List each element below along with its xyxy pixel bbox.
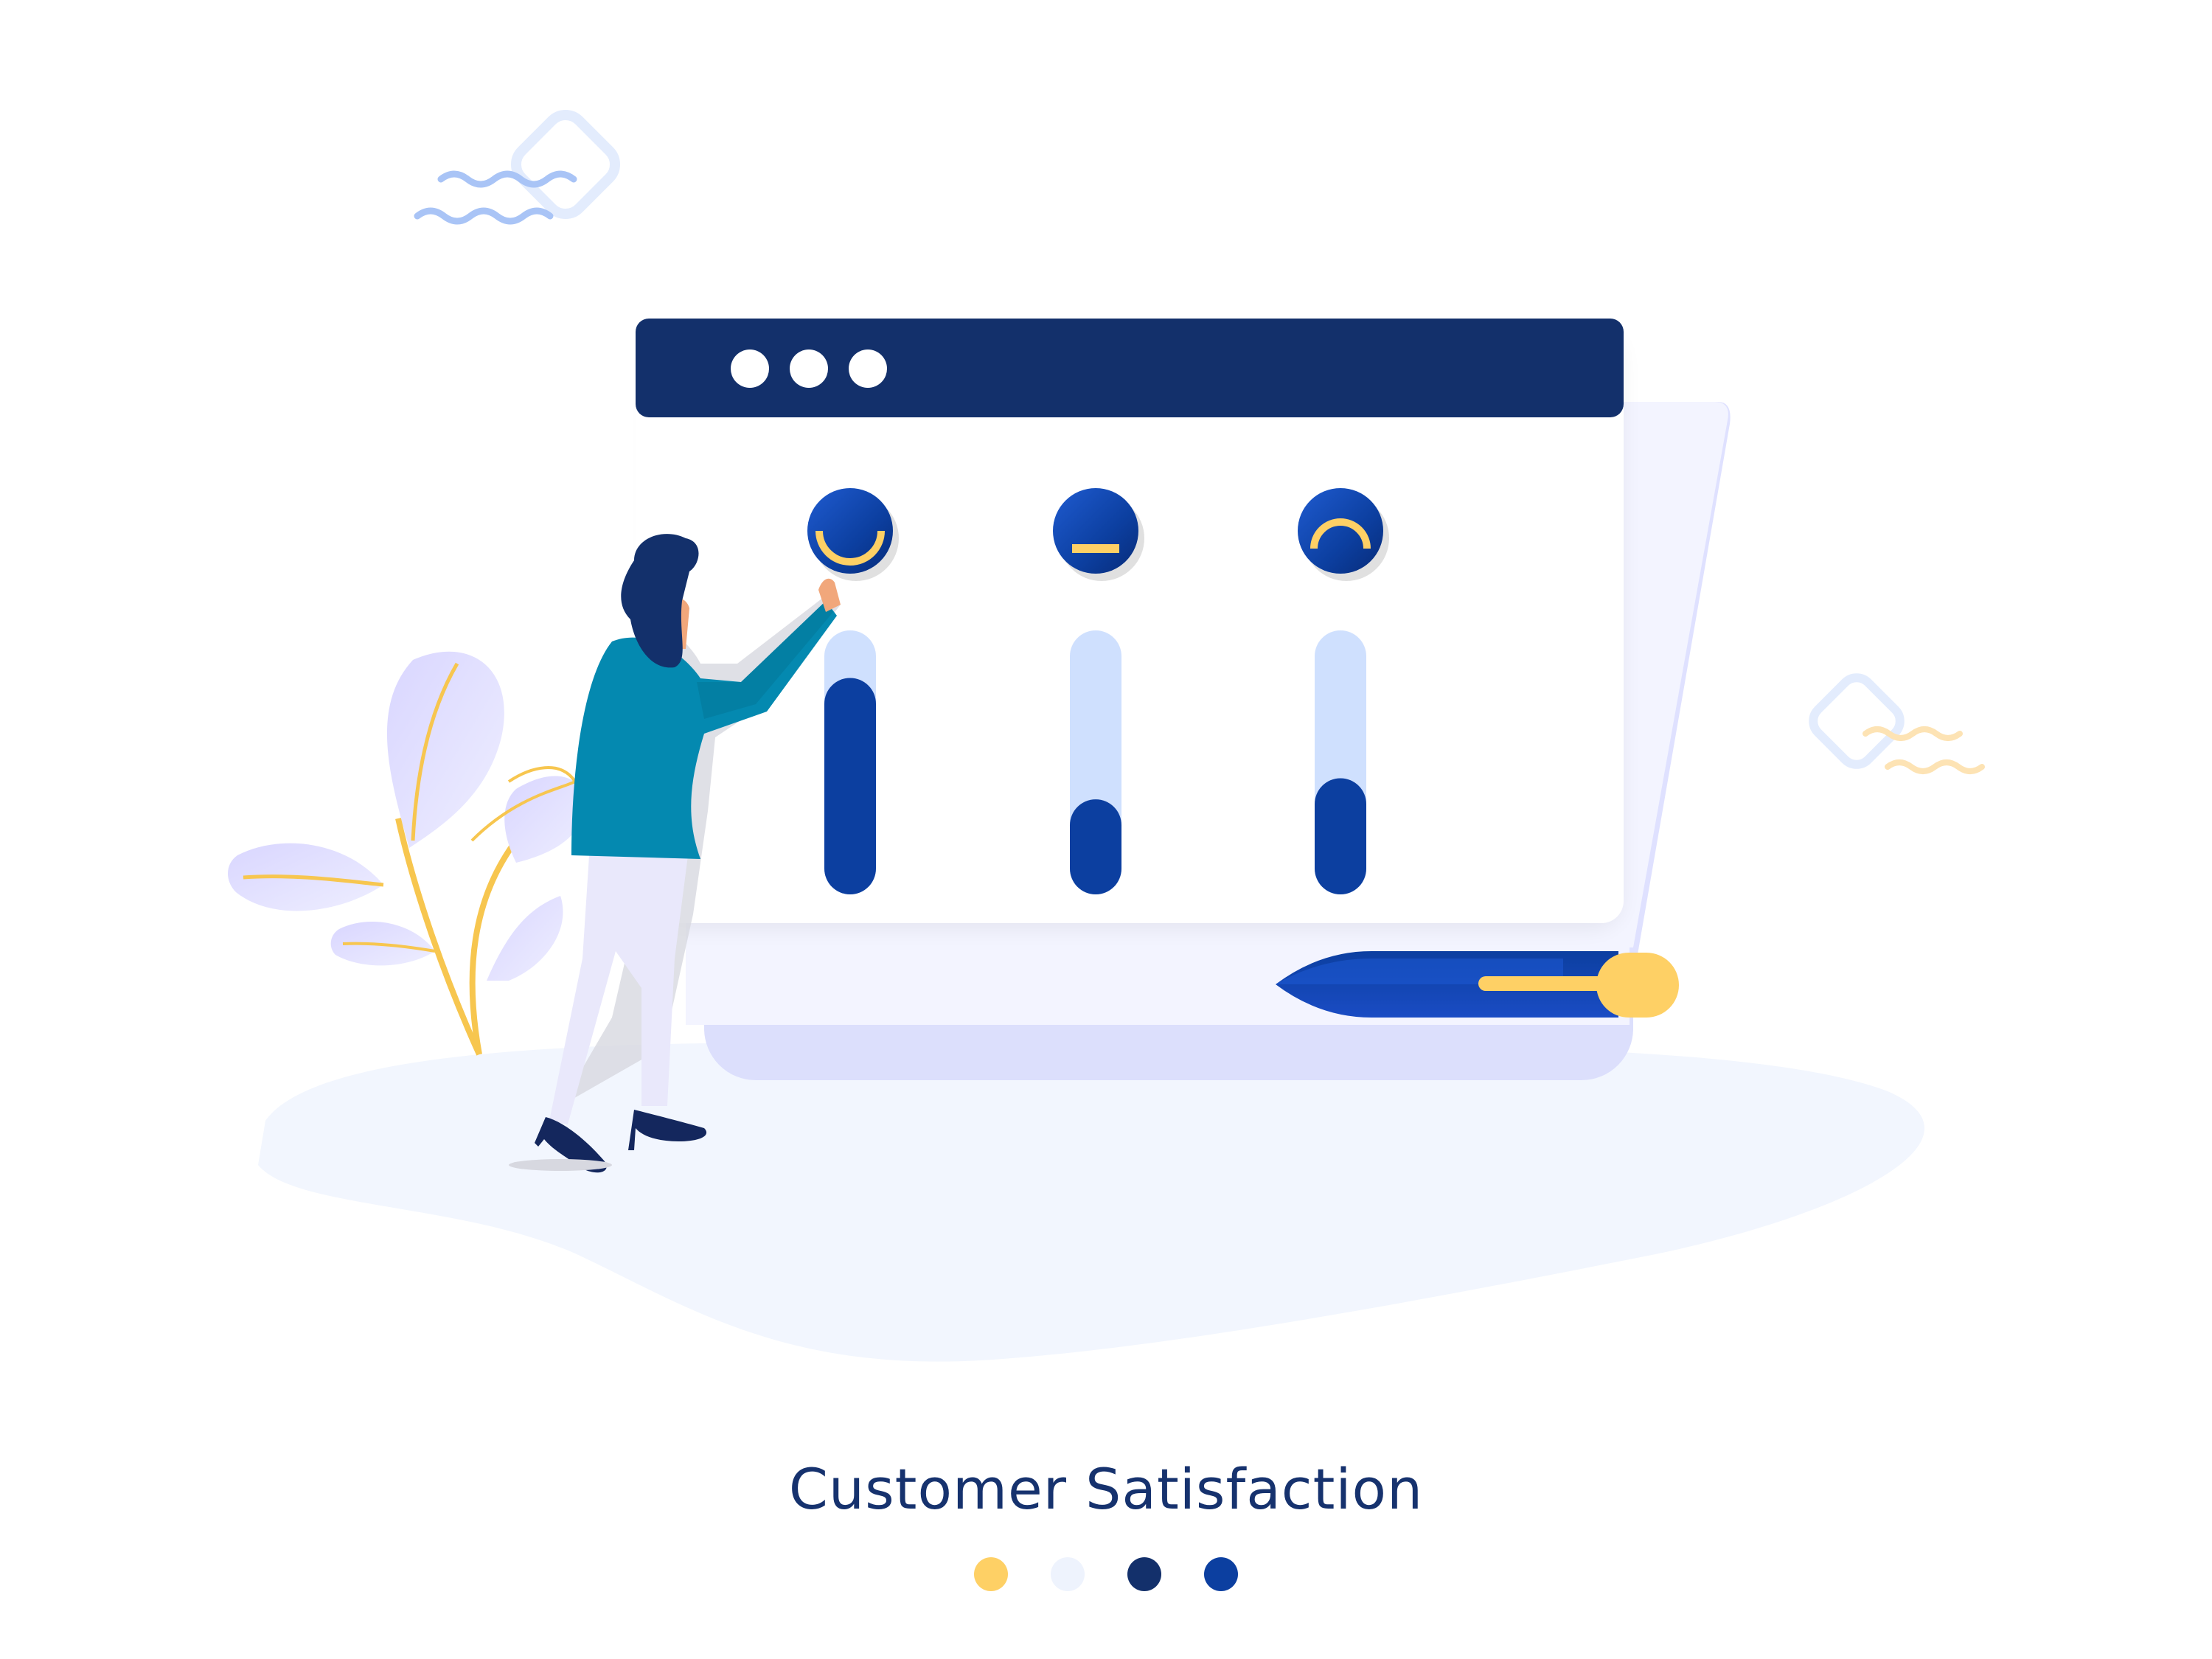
palette-swatch-4 [1204,1557,1238,1591]
color-palette [0,1557,2212,1591]
window-dot-3[interactable] [849,349,887,388]
decor-waves-right [1809,673,1985,774]
rating-bar-sad [1315,778,1366,894]
window-dot-2[interactable] [790,349,828,388]
plant-illustration [227,651,586,1056]
decor-waves-top-left [414,109,621,225]
illustration-scene [227,109,1985,1362]
ground-shadow [258,1042,1925,1362]
window-dot-1[interactable] [731,349,769,388]
rating-bar-happy [824,678,876,894]
caption-title: Customer Satisfaction [788,1456,1424,1522]
window-titlebar [636,319,1624,417]
rating-window [636,319,1624,929]
palette-swatch-3 [1127,1557,1161,1591]
rating-bar-neutral [1070,799,1121,894]
palette-swatch-2 [1051,1557,1085,1591]
palette-swatch-1 [974,1557,1008,1591]
pen-illustration [1276,951,1679,1018]
